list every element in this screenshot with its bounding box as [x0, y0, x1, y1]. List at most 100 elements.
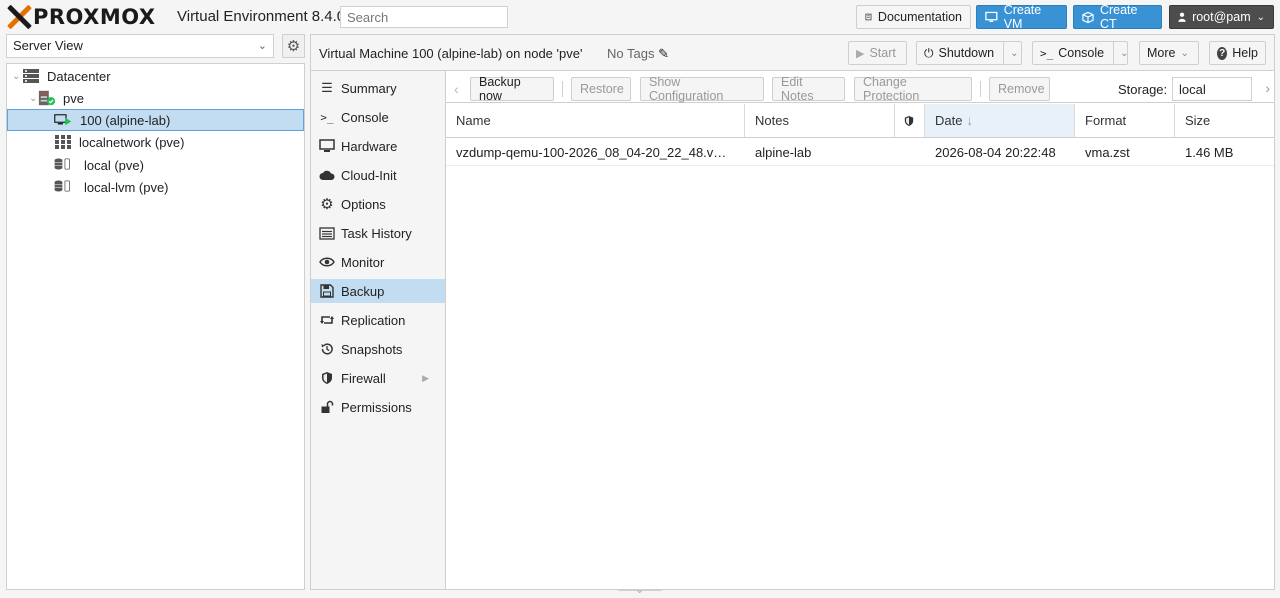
- user-label: root@pam: [1192, 10, 1251, 24]
- nav-item-cloud-init[interactable]: Cloud-Init: [311, 163, 445, 187]
- product-title: Virtual Environment 8.4.0: [177, 8, 346, 25]
- nav-item-label: Firewall: [341, 370, 386, 386]
- tags-editor[interactable]: No Tags ✎: [607, 46, 669, 62]
- start-button[interactable]: ▶ Start: [848, 41, 907, 65]
- pencil-icon[interactable]: ✎: [658, 46, 669, 61]
- backup-now-label: Backup now: [479, 75, 521, 103]
- user-icon: [1178, 12, 1186, 22]
- column-header-date[interactable]: Date ↓: [925, 104, 1075, 137]
- terminal-icon: >_: [320, 110, 334, 124]
- column-header-label: Format: [1085, 113, 1127, 128]
- chevron-down-icon[interactable]: ⌄: [1113, 41, 1129, 65]
- chevron-left-icon[interactable]: ‹: [454, 81, 459, 97]
- tree-settings-button[interactable]: ⚙: [282, 34, 305, 58]
- more-button[interactable]: More ⌄: [1139, 41, 1199, 65]
- tree-item-label: Datacenter: [47, 68, 111, 84]
- chevron-down-icon: ⌄: [1256, 11, 1265, 23]
- tree-item-localnetwork[interactable]: localnetwork (pve): [7, 131, 304, 153]
- cube-icon: [1082, 11, 1094, 23]
- shutdown-button[interactable]: ⏻ Shutdown ⌄: [916, 41, 1022, 65]
- book-icon: [865, 13, 872, 21]
- backup-now-button[interactable]: Backup now: [470, 75, 554, 103]
- nav-item-label: Backup: [341, 283, 385, 299]
- backup-panel: ‹ Backup now Restore Show Configuration …: [446, 71, 1274, 589]
- summary-icon: ☰: [321, 80, 333, 95]
- page-title: Virtual Machine 100 (alpine-lab) on node…: [319, 46, 583, 61]
- restore-button[interactable]: Restore: [571, 77, 631, 101]
- cell-format: vma.zst: [1085, 144, 1130, 160]
- start-label: Start: [869, 46, 896, 60]
- logo-text: PROXMOX: [33, 5, 156, 29]
- cell-date: 2026-08-04 20:22:48: [935, 144, 1056, 160]
- unlock-icon: [321, 400, 334, 413]
- tree-item-local-lvm-storage[interactable]: local-lvm (pve): [7, 176, 304, 198]
- nav-item-summary[interactable]: ☰ Summary: [311, 76, 445, 100]
- column-header-name[interactable]: Name: [446, 104, 745, 137]
- nav-item-firewall[interactable]: Firewall ▶: [311, 366, 445, 390]
- column-header-protected[interactable]: [895, 104, 925, 137]
- tree-item-vm-100[interactable]: 100 (alpine-lab): [7, 109, 304, 131]
- help-label: Help: [1232, 46, 1258, 60]
- desktop-icon: [985, 11, 998, 22]
- tree-item-label: local-lvm (pve): [84, 179, 169, 195]
- chevron-down-icon[interactable]: ⌄: [1003, 41, 1019, 65]
- terminal-icon: >_: [1040, 46, 1054, 60]
- resource-tree: ⌄ Datacenter ⌄ pve 100 (alpine-lab) loca…: [6, 63, 305, 590]
- column-header-format[interactable]: Format: [1075, 104, 1175, 137]
- nav-item-monitor[interactable]: Monitor: [311, 250, 445, 274]
- datacenter-icon: [23, 69, 39, 83]
- vm-navigation: ☰ Summary >_ Console Hardware Cloud-Init…: [311, 71, 446, 589]
- chevron-down-icon: ⌄: [1180, 47, 1189, 59]
- storage-label: Storage:: [1118, 82, 1168, 97]
- table-row[interactable]: vzdump-qemu-100-2026_08_04-20_22_48.v… a…: [446, 138, 1274, 166]
- storage-value: local: [1179, 82, 1206, 97]
- console-button[interactable]: >_ Console ⌄: [1032, 41, 1129, 65]
- column-header-label: Notes: [755, 113, 789, 128]
- nav-item-task-history[interactable]: Task History: [311, 221, 445, 245]
- column-header-label: Date: [935, 113, 963, 128]
- tree-item-pve[interactable]: ⌄ pve: [7, 87, 304, 109]
- column-header-size[interactable]: Size: [1175, 104, 1274, 137]
- storage-selector[interactable]: local: [1172, 77, 1252, 101]
- expand-arrow-icon[interactable]: ▶: [422, 373, 429, 384]
- view-selector[interactable]: Server View ⌄: [6, 34, 274, 58]
- nav-item-label: Replication: [341, 312, 406, 328]
- nav-item-console[interactable]: >_ Console: [311, 105, 445, 129]
- backup-toolbar: ‹ Backup now Restore Show Configuration …: [446, 71, 1274, 103]
- top-bar: PROXMOX Virtual Environment 8.4.0 Docume…: [0, 0, 1280, 34]
- column-header-notes[interactable]: Notes: [745, 104, 895, 137]
- tree-item-label: local (pve): [84, 157, 144, 173]
- nav-item-options[interactable]: ⚙ Options: [311, 192, 445, 216]
- log-panel-collapse-handle[interactable]: [618, 583, 662, 598]
- backup-grid-header: Name Notes Date ↓ Format Size: [446, 104, 1274, 138]
- nav-item-replication[interactable]: Replication: [311, 308, 445, 332]
- create-vm-button[interactable]: Create VM: [976, 3, 1067, 31]
- tree-item-datacenter[interactable]: ⌄ Datacenter: [7, 65, 304, 87]
- proxmox-logo: PROXMOX: [6, 4, 156, 30]
- nav-item-backup[interactable]: Backup: [311, 279, 445, 303]
- expand-toggle-icon[interactable]: ⌄: [12, 71, 22, 82]
- nav-item-snapshots[interactable]: Snapshots: [311, 337, 445, 361]
- nav-item-label: Options: [341, 196, 386, 212]
- nav-item-hardware[interactable]: Hardware: [311, 134, 445, 158]
- shutdown-label: Shutdown: [938, 46, 995, 60]
- help-button[interactable]: ? Help: [1209, 41, 1266, 65]
- search-input[interactable]: [340, 6, 508, 28]
- view-selector-value: Server View: [13, 38, 83, 53]
- nav-item-label: Console: [341, 109, 389, 125]
- change-protection-button[interactable]: Change Protection: [854, 75, 972, 103]
- create-ct-button[interactable]: Create CT: [1073, 3, 1162, 31]
- nav-item-label: Snapshots: [341, 341, 403, 357]
- documentation-button[interactable]: Documentation: [856, 5, 971, 29]
- console-label: Console: [1058, 46, 1105, 60]
- chevron-right-icon[interactable]: ›: [1265, 80, 1270, 96]
- edit-notes-button[interactable]: Edit Notes: [772, 75, 845, 103]
- cell-name: vzdump-qemu-100-2026_08_04-20_22_48.v…: [456, 144, 727, 160]
- resource-tree-panel: Server View ⌄ ⚙ ⌄ Datacenter ⌄ pve 100 (…: [6, 34, 305, 590]
- storage-icon: [54, 180, 70, 192]
- user-menu-button[interactable]: root@pam ⌄: [1169, 5, 1274, 29]
- tree-item-local-storage[interactable]: local (pve): [7, 154, 304, 176]
- nav-item-permissions[interactable]: Permissions: [311, 395, 445, 419]
- show-configuration-button[interactable]: Show Configuration: [640, 75, 764, 103]
- remove-button[interactable]: Remove: [989, 77, 1050, 101]
